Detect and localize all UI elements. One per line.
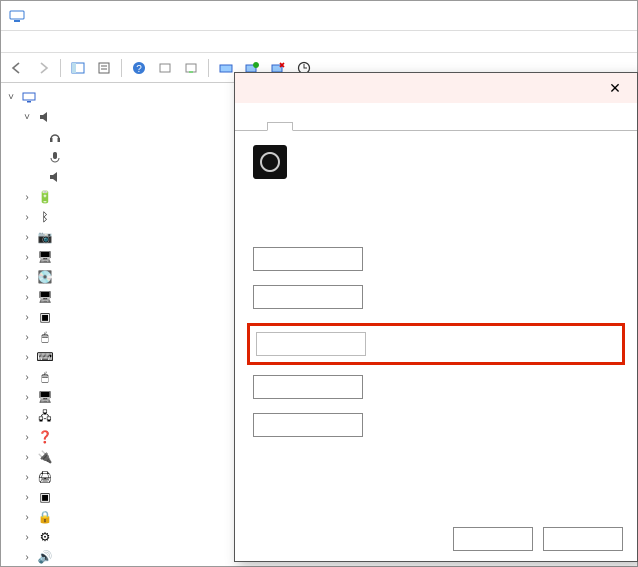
printer-icon: 🖨: [37, 469, 53, 485]
dialog-titlebar: ✕: [235, 73, 637, 103]
toolbar-separator: [60, 59, 61, 77]
battery-icon: 🔋: [37, 189, 53, 205]
expand-icon[interactable]: ›: [21, 432, 33, 443]
menu-help[interactable]: [67, 40, 83, 44]
hid-icon: 🖱: [37, 329, 53, 345]
roll-back-driver-button: [256, 332, 366, 356]
toolbar-separator: [121, 59, 122, 77]
expand-icon[interactable]: ›: [21, 192, 33, 203]
expand-icon[interactable]: ›: [21, 272, 33, 283]
driver-info-grid: [295, 197, 619, 227]
headphone-icon: [47, 129, 63, 145]
titlebar: [1, 1, 637, 31]
chip-icon: ▣: [37, 309, 53, 325]
svg-text:?: ?: [136, 64, 142, 75]
disable-device-button[interactable]: [253, 375, 363, 399]
speaker-icon: [37, 109, 53, 125]
keyboard-icon: ⌨: [37, 349, 53, 365]
menu-view[interactable]: [47, 40, 63, 44]
port-icon: 🔌: [37, 449, 53, 465]
rollback-highlight: [247, 323, 625, 365]
collapse-icon[interactable]: ˅: [21, 112, 33, 123]
expand-icon[interactable]: ›: [21, 332, 33, 343]
show-hide-console-tree-icon[interactable]: [66, 56, 90, 80]
cpu-icon: ▣: [37, 489, 53, 505]
action1-icon[interactable]: [153, 56, 177, 80]
expand-icon[interactable]: ›: [21, 492, 33, 503]
expand-icon[interactable]: ›: [21, 352, 33, 363]
collapse-icon[interactable]: ˅: [5, 92, 17, 103]
camera-icon: 📷: [37, 229, 53, 245]
expand-icon[interactable]: ›: [21, 312, 33, 323]
microphone-icon: [47, 149, 63, 165]
security-icon: 🔒: [37, 509, 53, 525]
device-manager-icon: [9, 8, 25, 24]
tab-events[interactable]: [317, 123, 341, 130]
uninstall-device-button[interactable]: [253, 413, 363, 437]
sound-icon: 🔊: [37, 549, 53, 565]
expand-icon[interactable]: ›: [21, 532, 33, 543]
other-icon: ❓: [37, 429, 53, 445]
expand-icon[interactable]: ›: [21, 472, 33, 483]
speaker-icon: [47, 169, 63, 185]
menu-file[interactable]: [7, 40, 23, 44]
driver-details-button[interactable]: [253, 247, 363, 271]
tab-driver[interactable]: [267, 122, 293, 131]
properties-icon[interactable]: [92, 56, 116, 80]
ok-button[interactable]: [453, 527, 533, 551]
menu-action[interactable]: [27, 40, 43, 44]
monitor-icon: 🖥: [37, 389, 53, 405]
expand-icon[interactable]: ›: [21, 512, 33, 523]
back-button[interactable]: [5, 56, 29, 80]
dialog-body: [235, 131, 637, 461]
cancel-button[interactable]: [543, 527, 623, 551]
expand-icon[interactable]: ›: [21, 232, 33, 243]
expand-icon[interactable]: ›: [21, 412, 33, 423]
computer-icon: [21, 89, 37, 105]
expand-icon[interactable]: ›: [21, 212, 33, 223]
close-button[interactable]: ✕: [603, 80, 627, 97]
dialog-footer: [453, 527, 623, 551]
toolbar-separator: [208, 59, 209, 77]
software-icon: ⚙: [37, 529, 53, 545]
tab-general[interactable]: [243, 123, 267, 130]
network-icon: 🖧: [37, 409, 53, 425]
device-speaker-icon: [253, 145, 287, 179]
expand-icon[interactable]: ›: [21, 292, 33, 303]
update-driver-button[interactable]: [253, 285, 363, 309]
computer-icon: 🖥: [37, 249, 53, 265]
mouse-icon: 🖱: [37, 369, 53, 385]
properties-dialog: ✕: [234, 72, 638, 562]
expand-icon[interactable]: ›: [21, 392, 33, 403]
expand-icon[interactable]: ›: [21, 552, 33, 563]
help-icon[interactable]: ?: [127, 56, 151, 80]
expand-icon[interactable]: ›: [21, 452, 33, 463]
dialog-tabs: [235, 103, 637, 131]
display-icon: 🖥: [37, 289, 53, 305]
expand-icon[interactable]: ›: [21, 252, 33, 263]
bluetooth-icon: ᛒ: [37, 209, 53, 225]
action2-icon[interactable]: [179, 56, 203, 80]
expand-icon[interactable]: ›: [21, 372, 33, 383]
forward-button[interactable]: [31, 56, 55, 80]
disk-icon: 💽: [37, 269, 53, 285]
tab-details[interactable]: [293, 123, 317, 130]
menubar: [1, 31, 637, 53]
